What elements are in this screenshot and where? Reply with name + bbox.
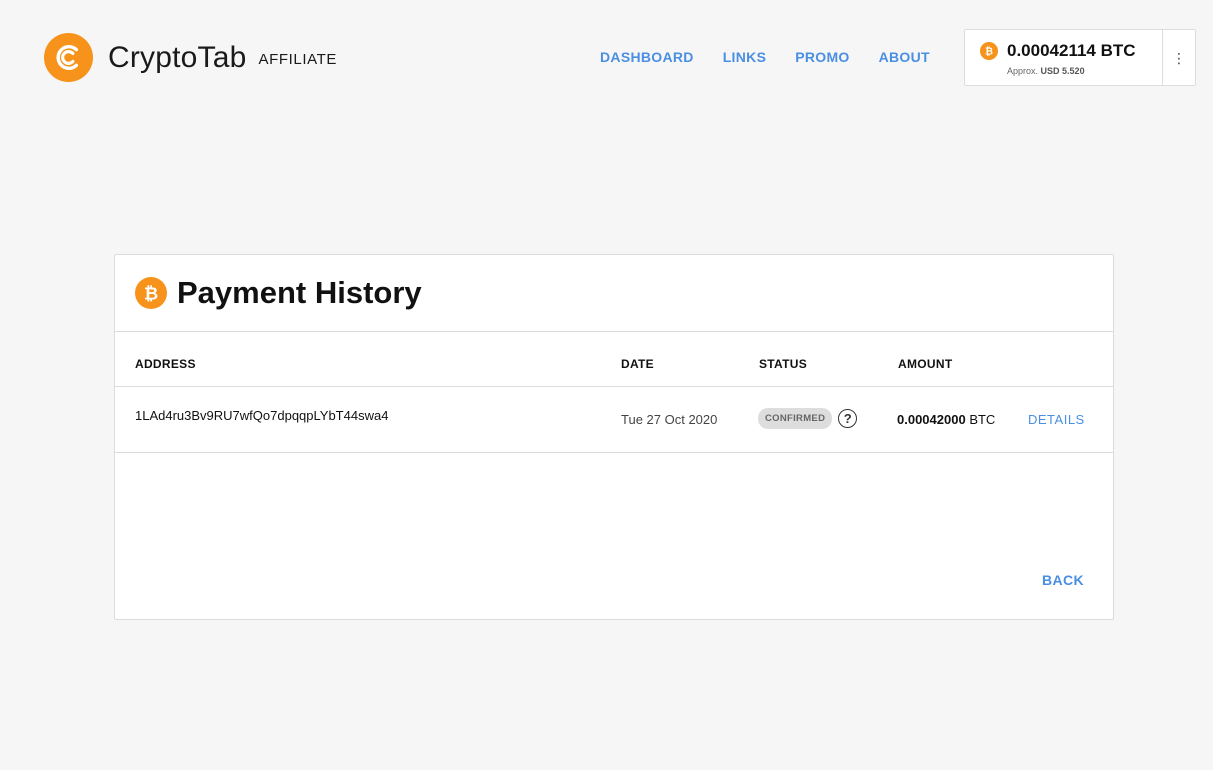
nav-promo[interactable]: PROMO xyxy=(795,49,849,65)
approx-label: Approx. xyxy=(1007,66,1039,76)
column-header-status: STATUS xyxy=(759,357,808,371)
brand-suffix: AFFILIATE xyxy=(258,51,337,68)
payment-status: CONFIRMED ? xyxy=(758,408,858,429)
svg-text:₿: ₿ xyxy=(144,285,158,305)
more-vertical-icon[interactable]: ⋮ xyxy=(1162,30,1195,85)
brand-name: CryptoTab xyxy=(108,40,247,74)
svg-text:₿: ₿ xyxy=(985,47,993,58)
payment-date: Tue 27 Oct 2020 xyxy=(621,412,718,427)
table-row: 1LAd4ru3Bv9RU7wfQo7dpqqpLYbT44swa4 Tue 2… xyxy=(115,387,1113,453)
main-nav: DASHBOARD LINKS PROMO ABOUT xyxy=(600,49,930,65)
nav-dashboard[interactable]: DASHBOARD xyxy=(600,49,694,65)
payment-amount: 0.00042000 BTC xyxy=(897,412,995,427)
cryptotab-logo-icon xyxy=(44,33,93,82)
usd-value: USD 5.520 xyxy=(1040,66,1085,76)
balance-btc: 0.00042114 BTC xyxy=(1007,41,1136,60)
balance-widget: ₿ 0.00042114 BTC Approx. USD 5.520 ⋮ xyxy=(964,29,1196,86)
amount-value: 0.00042000 xyxy=(897,412,966,427)
back-button[interactable]: BACK xyxy=(1042,572,1084,588)
column-header-date: DATE xyxy=(621,357,654,371)
amount-unit: BTC xyxy=(969,412,996,427)
column-header-amount: AMOUNT xyxy=(898,357,953,371)
bitcoin-icon: ₿ xyxy=(135,277,167,309)
payment-address: 1LAd4ru3Bv9RU7wfQo7dpqqpLYbT44swa4 xyxy=(135,408,389,423)
payment-history-card: ₿ Payment History ADDRESS DATE STATUS AM… xyxy=(114,254,1114,620)
balance-usd: Approx. USD 5.520 xyxy=(1007,66,1162,76)
bitcoin-icon: ₿ xyxy=(980,42,998,60)
help-icon[interactable]: ? xyxy=(838,409,858,428)
card-header: ₿ Payment History xyxy=(115,255,1113,332)
page-title: Payment History xyxy=(177,275,422,310)
table-header: ADDRESS DATE STATUS AMOUNT xyxy=(115,332,1113,387)
status-badge: CONFIRMED xyxy=(758,408,833,429)
column-header-address: ADDRESS xyxy=(135,357,196,371)
balance-summary[interactable]: ₿ 0.00042114 BTC Approx. USD 5.520 xyxy=(965,30,1162,85)
details-link[interactable]: DETAILS xyxy=(1028,412,1085,427)
nav-links[interactable]: LINKS xyxy=(723,49,767,65)
nav-about[interactable]: ABOUT xyxy=(879,49,930,65)
brand-logo[interactable]: CryptoTab AFFILIATE xyxy=(44,33,337,82)
